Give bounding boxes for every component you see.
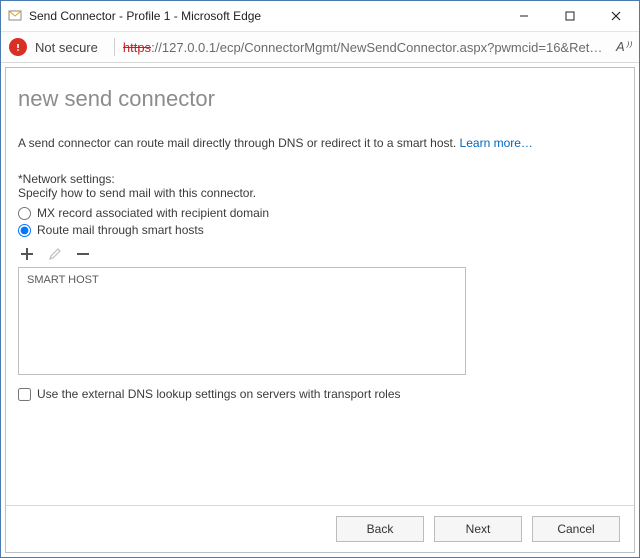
add-smarthost-button[interactable] (18, 245, 36, 263)
address-bar: Not secure https://127.0.0.1/ecp/Connect… (1, 32, 639, 63)
radio-mx-label: MX record associated with recipient doma… (37, 206, 269, 220)
next-button[interactable]: Next (434, 516, 522, 542)
learn-more-link[interactable]: Learn more… (460, 136, 533, 150)
window-title: Send Connector - Profile 1 - Microsoft E… (29, 9, 501, 23)
network-settings-title: *Network settings: (18, 172, 622, 186)
radio-mx-input[interactable] (18, 207, 31, 220)
titlebar: Send Connector - Profile 1 - Microsoft E… (1, 1, 639, 32)
smarthost-table-header: SMART HOST (19, 268, 465, 292)
content-border: new send connector A send connector can … (5, 67, 635, 553)
minimize-button[interactable] (501, 1, 547, 31)
external-dns-checkbox[interactable] (18, 388, 31, 401)
app-icon (7, 8, 23, 24)
network-settings-radios: MX record associated with recipient doma… (18, 206, 622, 237)
remove-smarthost-button[interactable] (74, 245, 92, 263)
network-settings-sub: Specify how to send mail with this conne… (18, 186, 622, 200)
smarthost-table[interactable]: SMART HOST (18, 267, 466, 375)
close-button[interactable] (593, 1, 639, 31)
radio-smart-host[interactable]: Route mail through smart hosts (18, 223, 622, 237)
external-dns-label: Use the external DNS lookup settings on … (37, 387, 401, 401)
network-settings-label: *Network settings: Specify how to send m… (18, 172, 622, 200)
description-text: A send connector can route mail directly… (18, 136, 460, 150)
radio-smart-input[interactable] (18, 224, 31, 237)
reader-mode-button[interactable]: A⁾⁾ (616, 39, 631, 55)
content-area: new send connector A send connector can … (6, 68, 634, 505)
radio-mx-record[interactable]: MX record associated with recipient doma… (18, 206, 622, 220)
url-scheme: https (123, 40, 151, 55)
footer-buttons: Back Next Cancel (6, 505, 634, 552)
smarthost-toolbar (18, 245, 622, 263)
maximize-button[interactable] (547, 1, 593, 31)
radio-smart-label: Route mail through smart hosts (37, 223, 204, 237)
app-window: Send Connector - Profile 1 - Microsoft E… (0, 0, 640, 558)
edit-smarthost-button[interactable] (46, 245, 64, 263)
back-button[interactable]: Back (336, 516, 424, 542)
not-secure-icon (9, 38, 27, 56)
security-label[interactable]: Not secure (35, 40, 98, 55)
external-dns-checkbox-row[interactable]: Use the external DNS lookup settings on … (18, 387, 622, 401)
page-description: A send connector can route mail directly… (18, 136, 622, 150)
cancel-button[interactable]: Cancel (532, 516, 620, 542)
content-wrap: new send connector A send connector can … (1, 63, 639, 557)
page-title: new send connector (18, 86, 622, 112)
url-path: ://127.0.0.1/ecp/ConnectorMgmt/NewSendCo… (151, 40, 602, 55)
window-buttons (501, 1, 639, 31)
address-separator (114, 38, 115, 56)
url-display[interactable]: https://127.0.0.1/ecp/ConnectorMgmt/NewS… (123, 40, 610, 55)
